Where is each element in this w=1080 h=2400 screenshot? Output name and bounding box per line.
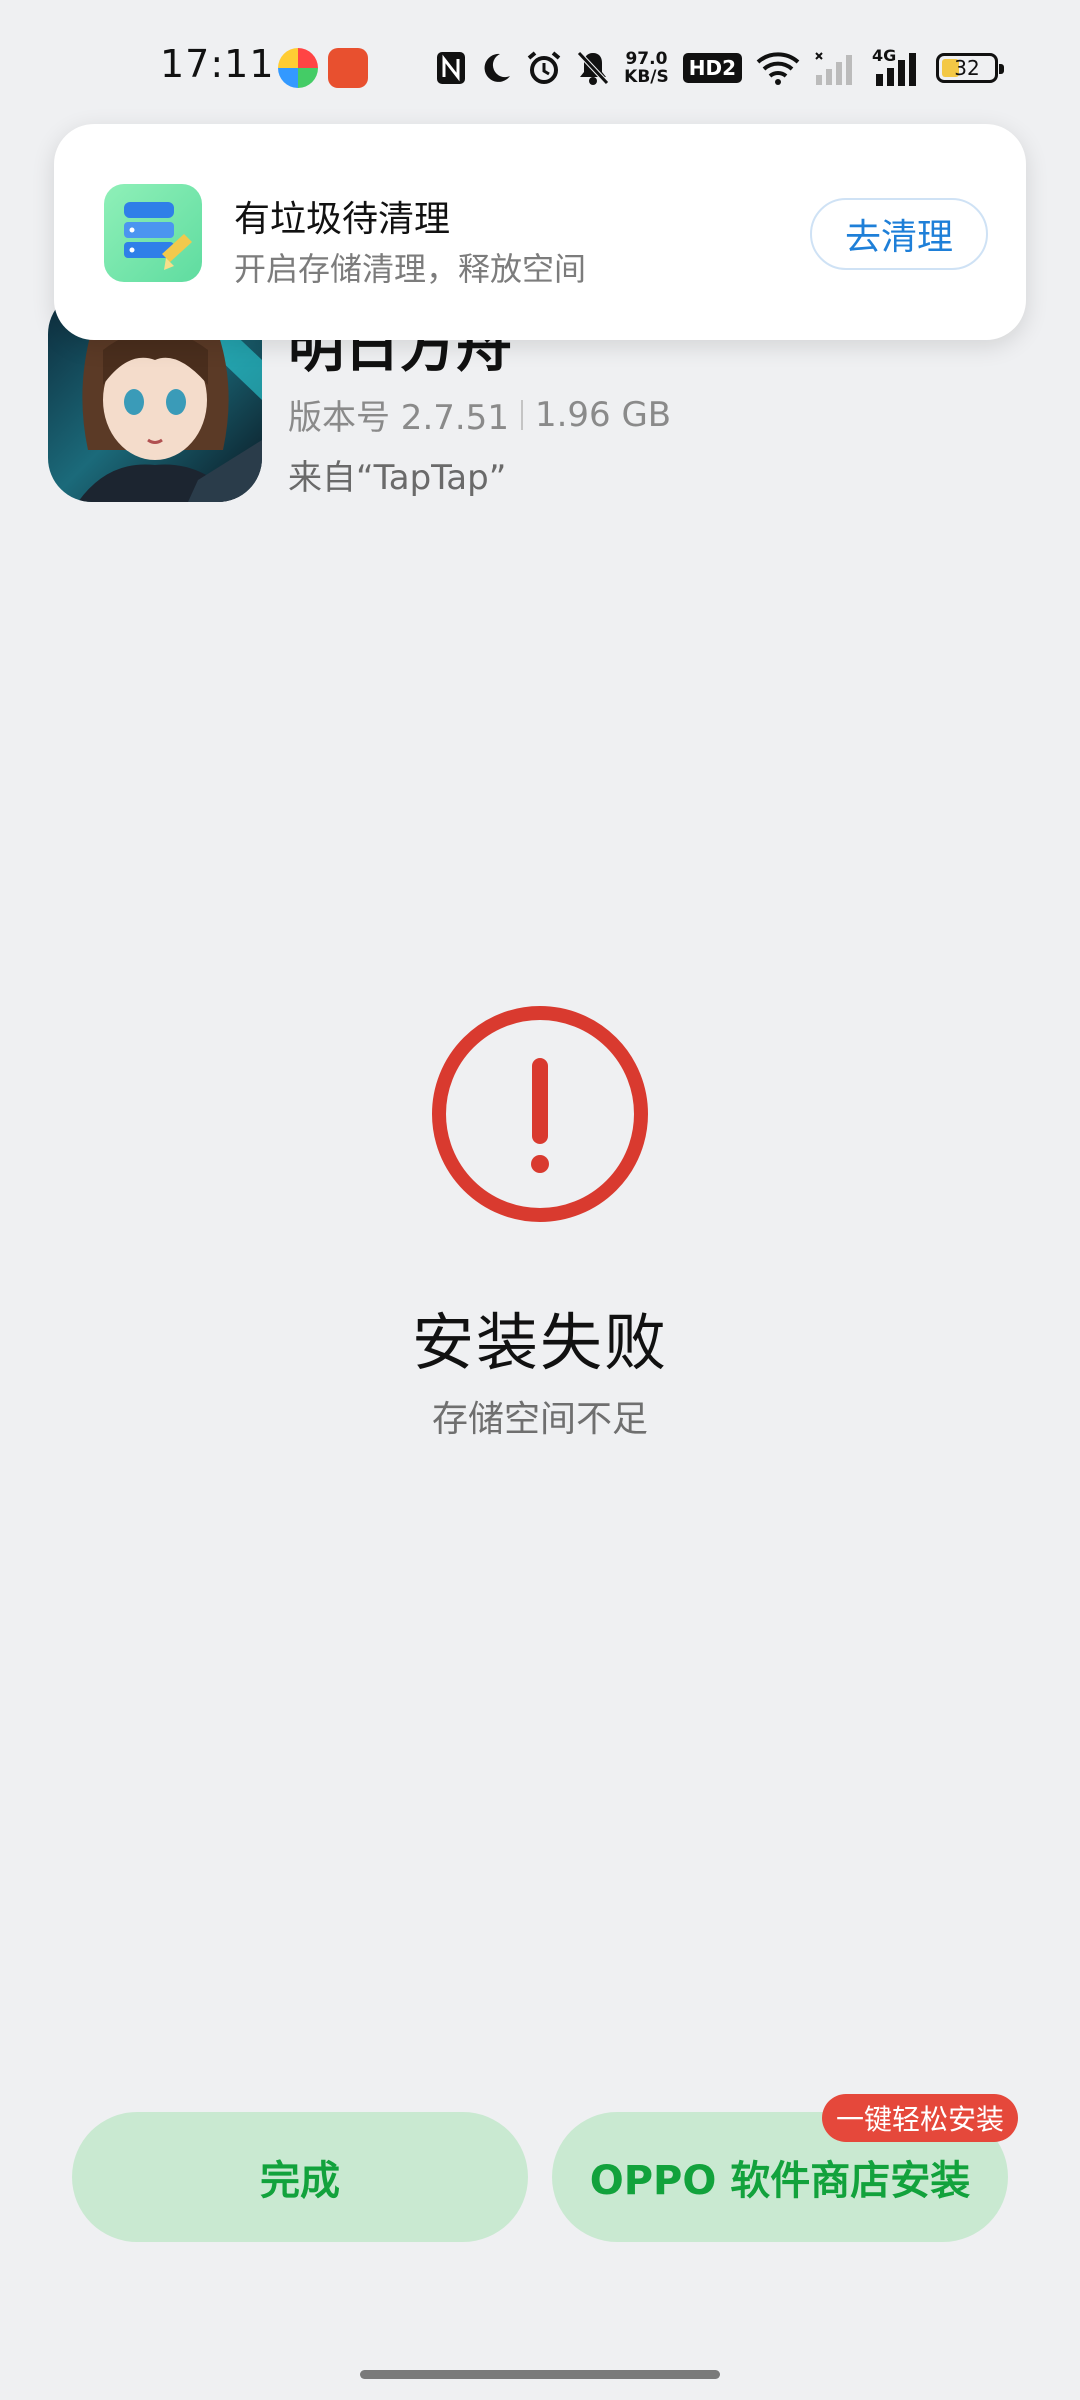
app-notification-icon: [278, 48, 318, 88]
done-button[interactable]: 完成: [72, 2112, 528, 2242]
result-message: 存储空间不足: [431, 1399, 648, 1440]
moon-icon: [484, 53, 511, 82]
nfc-icon: [437, 52, 466, 84]
signal-icon-2: 4G: [872, 46, 922, 86]
notification-title: 有垃圾待清理: [234, 199, 451, 240]
install-result-screen: 17:11 97.0 KB/S HD2 4G 32 明日方舟 版本号 2.7.5…: [0, 0, 1080, 2400]
hd-voice-icon: HD2: [682, 53, 742, 83]
app-version: 版本号 2.7.51: [288, 398, 509, 438]
clean-now-button[interactable]: 去清理: [810, 198, 988, 270]
mute-icon: [577, 51, 609, 85]
status-time: 17:11: [160, 42, 275, 86]
app-source: 来自“TapTap”: [288, 458, 507, 498]
battery-icon: 32: [936, 53, 1004, 83]
status-bar: 17:11 97.0 KB/S HD2 4G 32: [0, 0, 1080, 120]
result-title: 安装失败: [411, 1306, 668, 1379]
wifi-icon: [756, 52, 800, 85]
cleanup-notification[interactable]: 有垃圾待清理 开启存储清理，释放空间 去清理: [54, 124, 1026, 340]
app-meta: 版本号 2.7.51 1.96 GB: [288, 390, 671, 439]
status-icons: 97.0 KB/S HD2 4G 32: [436, 44, 1004, 92]
alarm-icon: [527, 51, 561, 84]
meta-divider: [520, 399, 523, 430]
app-size: 1.96 GB: [534, 394, 672, 435]
store-badge: 一键轻松安装: [822, 2094, 1019, 2142]
storage-cleaner-icon: [104, 184, 202, 282]
home-indicator[interactable]: [360, 2370, 720, 2379]
network-speed: 97.0 KB/S: [624, 49, 669, 87]
notification-subtitle: 开启存储清理，释放空间: [234, 250, 587, 288]
app-notification-icon-2: [328, 48, 368, 88]
signal-icon: [815, 52, 852, 85]
error-icon: [432, 1006, 648, 1222]
